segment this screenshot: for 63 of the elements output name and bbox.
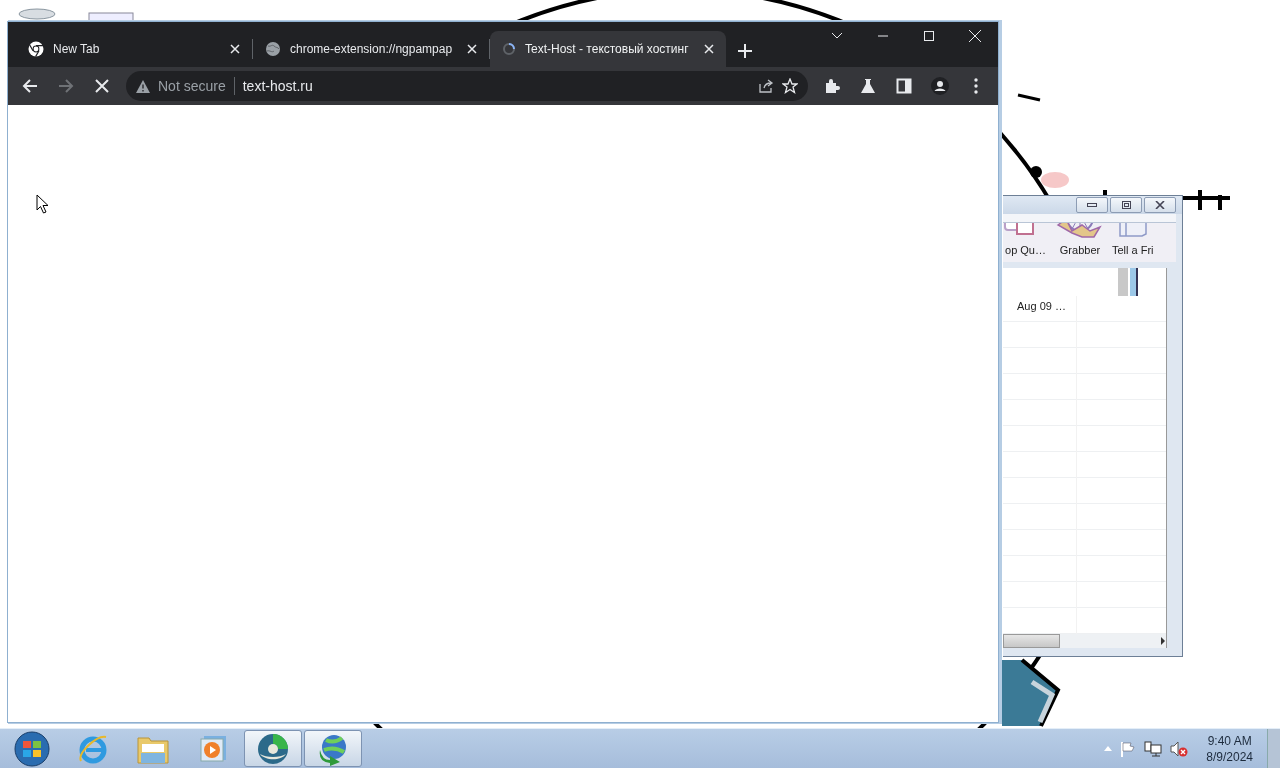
browser-tab[interactable]: Text-Host - текстовый хостинг <box>490 31 726 67</box>
tab-close-button[interactable] <box>465 42 479 56</box>
flag-icon[interactable] <box>1120 740 1137 757</box>
globe-app-icon <box>256 731 290 766</box>
taskbar-button[interactable] <box>244 730 302 767</box>
share-icon[interactable] <box>758 78 774 94</box>
puzzle-icon <box>824 78 840 94</box>
menu-icon <box>974 78 978 94</box>
column-resize-handle[interactable] <box>1118 268 1138 297</box>
scrollbar-thumb[interactable] <box>1003 634 1060 649</box>
clock[interactable]: 9:40 AM 8/9/2024 <box>1206 732 1253 765</box>
address-bar[interactable]: Not secure text-host.ru <box>126 71 808 101</box>
minimize-icon <box>878 35 888 37</box>
toolbar-button[interactable]: Grabber <box>1056 222 1104 257</box>
flask-icon <box>860 78 876 94</box>
start-button[interactable] <box>13 729 51 768</box>
horizontal-scrollbar[interactable] <box>1003 634 1166 649</box>
star-icon[interactable] <box>782 78 798 94</box>
media-player-icon <box>199 734 227 763</box>
chrome-logo-icon <box>28 41 44 57</box>
tab-close-button[interactable] <box>228 42 242 56</box>
close-icon <box>230 44 240 54</box>
grid-cell-text: Aug 09 … <box>1016 299 1066 313</box>
tab-title: chrome-extension://ngpampap <box>290 42 454 56</box>
plus-icon <box>738 44 752 58</box>
loading-spinner-icon <box>502 42 516 56</box>
minimize-button[interactable] <box>1076 197 1108 214</box>
close-icon <box>969 30 981 42</box>
tab-title: Text-Host - текстовый хостинг <box>525 42 690 56</box>
toolbar-button[interactable]: Tell a Fri <box>1112 222 1154 257</box>
close-button[interactable] <box>1144 197 1176 214</box>
restore-icon <box>1121 201 1131 210</box>
mouse-cursor-icon <box>36 194 49 214</box>
close-icon <box>467 44 477 54</box>
blush-drawing <box>1041 172 1069 188</box>
browser-tab[interactable]: chrome-extension://ngpampap <box>253 31 489 67</box>
close-icon <box>704 44 714 54</box>
browser-tab[interactable]: New Tab <box>16 31 252 67</box>
url-text: text-host.ru <box>242 78 314 94</box>
clock-time: 9:40 AM <box>1207 732 1252 749</box>
scroll-right-arrow-icon[interactable] <box>1160 637 1166 646</box>
back-arrow-icon <box>22 78 38 94</box>
clock-date: 8/9/2024 <box>1206 748 1253 765</box>
chevron-down-icon <box>831 32 843 40</box>
person-icon <box>931 77 949 95</box>
taskbar-button[interactable] <box>304 730 362 767</box>
tab-title: New Tab <box>53 42 101 56</box>
globe-icon <box>265 41 281 57</box>
speaker-muted-icon[interactable] <box>1170 740 1189 757</box>
maximize-icon <box>924 31 934 41</box>
network-icon[interactable] <box>1144 740 1163 757</box>
side-panel-icon <box>896 78 912 94</box>
close-icon <box>1155 201 1165 210</box>
sleeve-drawing <box>1002 658 1061 727</box>
new-tab-button[interactable] <box>738 44 752 58</box>
tab-close-button[interactable] <box>702 42 716 56</box>
close-icon <box>95 79 109 93</box>
security-label[interactable]: Not secure <box>158 78 226 94</box>
warning-icon <box>136 79 150 93</box>
minimize-icon <box>1087 203 1097 208</box>
toolbar-button[interactable]: op Qu… <box>1003 222 1048 257</box>
forward-arrow-icon <box>58 78 74 94</box>
restore-button[interactable] <box>1110 197 1142 214</box>
